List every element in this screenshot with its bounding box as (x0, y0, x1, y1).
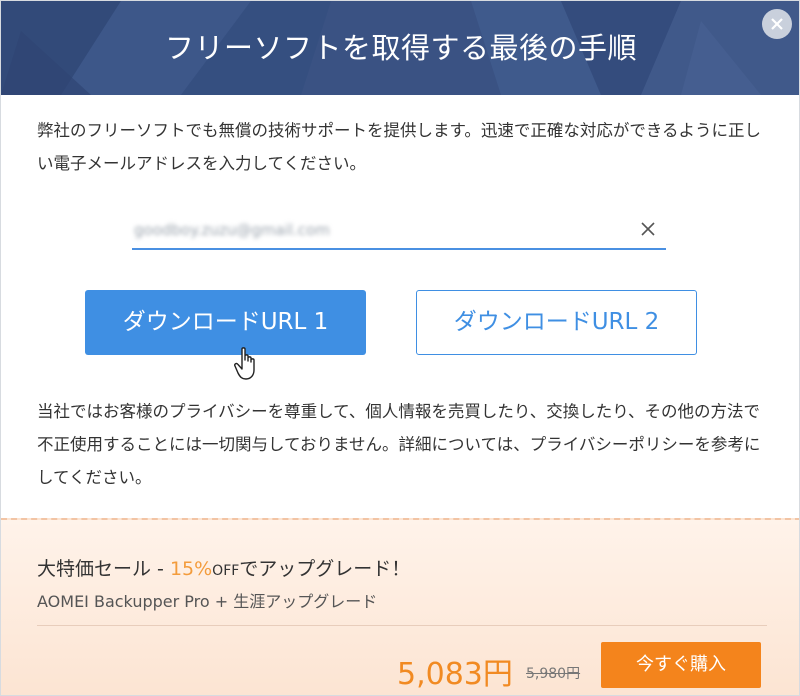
promo-discount: 15% (169, 558, 213, 580)
promo-title: 大特価セール - 15%OFFでアップグレード！ (37, 554, 410, 581)
dialog-header: フリーソフトを取得する最後の手順 (1, 1, 799, 95)
promo-off: OFF (212, 563, 240, 579)
email-field-wrapper (132, 210, 666, 250)
download-url-1-button[interactable]: ダウンロードURL 1 (85, 290, 366, 355)
close-button[interactable] (762, 9, 792, 39)
promo-divider (37, 625, 767, 626)
download-dialog: フリーソフトを取得する最後の手順 弊社のフリーソフトでも無償の技術サポートを提供… (0, 0, 800, 696)
intro-text: 弊社のフリーソフトでも無償の技術サポートを提供します。迅速で正確な対応ができるよ… (37, 121, 762, 173)
promo-title-suffix: でアップグレード！ (239, 558, 411, 580)
close-icon (771, 18, 783, 30)
email-field[interactable] (132, 216, 626, 244)
buy-now-button[interactable]: 今すぐ購入 (601, 642, 761, 688)
hand-cursor-icon (234, 347, 255, 380)
privacy-text: 当社ではお客様のプライバシーを尊重して、個人情報を売買したり、交換したり、その他… (37, 402, 761, 487)
promo-title-prefix: 大特価セール - (37, 558, 170, 580)
original-price: 5,980円 (526, 666, 581, 682)
promo-section: 大特価セール - 15%OFFでアップグレード！ AOMEI Backupper… (1, 518, 799, 695)
clear-email-button[interactable] (637, 218, 659, 240)
dialog-title: フリーソフトを取得する最後の手順 (164, 31, 637, 65)
download-url-2-button[interactable]: ダウンロードURL 2 (416, 290, 697, 355)
close-icon (641, 222, 655, 236)
promo-subtitle: AOMEI Backupper Pro + 生涯アップグレード (37, 592, 378, 611)
sale-price: 5,083円 (397, 657, 513, 692)
